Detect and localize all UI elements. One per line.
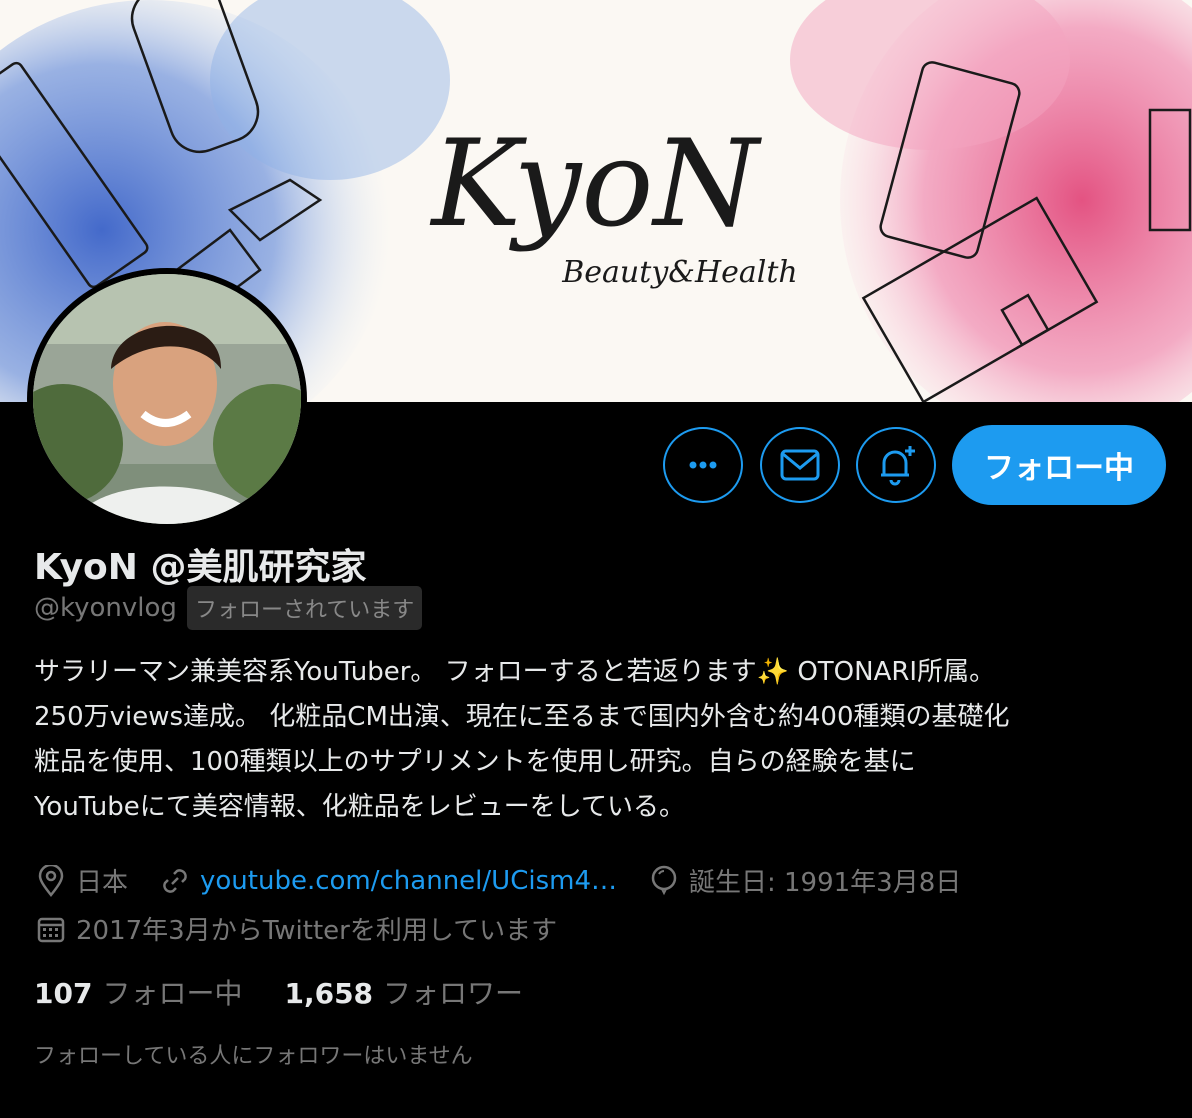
notifications-button[interactable] [856,427,936,503]
balloon-icon [647,864,681,898]
following-button[interactable]: フォロー中 [952,425,1166,505]
handle: @kyonvlog [34,593,177,623]
bio-line: YouTubeにて美容情報、化粧品をレビューをしている。 [34,792,685,822]
avatar-photo [33,274,301,524]
followers-count[interactable]: 1,658 [284,977,373,1010]
website-link[interactable]: youtube.com/channel/UCism4… [200,866,617,896]
bio-line: サラリーマン兼美容系YouTuber。 フォローすると若返ります✨ OTONAR… [34,657,996,687]
banner-logo-subtext: Beauty&Health [561,255,798,290]
following-label[interactable]: フォロー中 [102,972,242,1012]
location-text: 日本 [76,868,129,898]
message-button[interactable] [760,427,840,503]
link-icon [158,864,192,898]
bio-line: 粧品を使用、100種類以上のサプリメントを使用し研究。自らの経験を基に [34,747,916,777]
more-dots-icon [689,461,717,469]
envelope-icon [780,449,820,481]
handle-row: @kyonvlog フォローされています [34,586,423,630]
birthday-text: 誕生日: 1991年3月8日 [688,868,962,898]
more-options-button[interactable] [663,427,743,503]
following-count[interactable]: 107 [34,977,92,1010]
banner-logo: KyoN [429,115,762,254]
joined-text: 2017年3月からTwitterを利用しています [76,916,558,946]
display-name: KyoN @美肌研究家 [34,547,367,588]
follow-stats: 107 フォロー中 1,658 フォロワー [34,972,565,1012]
followers-label[interactable]: フォロワー [383,972,523,1012]
bio-line: 250万views達成。 化粧品CM出演、現在に至るまで国内外含む約400種類の… [34,702,1010,732]
joined-row: 2017年3月からTwitterを利用しています [34,910,557,947]
follows-you-badge: フォローされています [186,586,423,630]
calendar-icon [34,912,68,946]
profile-meta: 日本 youtube.com/channel/UCism4… 誕生日: 1991… [34,862,961,899]
bio: サラリーマン兼美容系YouTuber。 フォローすると若返ります✨ OTONAR… [34,650,1164,830]
avatar[interactable] [27,268,307,530]
location-icon [34,864,68,898]
bell-plus-icon [881,446,915,486]
known-followers-note: フォローしている人にフォロワーはいません [34,1044,473,1069]
